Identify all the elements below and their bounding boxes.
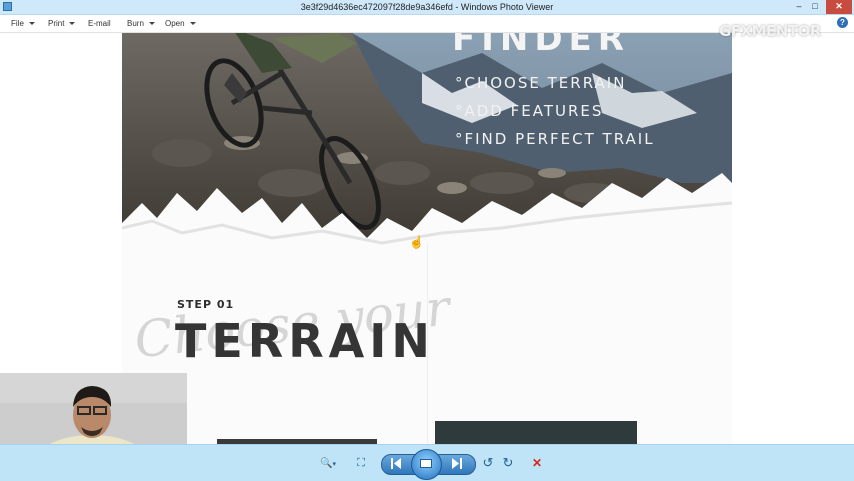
section-title: TERRAIN: [175, 314, 435, 368]
menu-open-label: Open: [165, 19, 185, 28]
menu-open[interactable]: Open: [165, 15, 196, 32]
zoom-button[interactable]: 🔍▾: [316, 454, 340, 472]
feature-item: °CHOOSE TERRAIN: [455, 69, 655, 97]
chevron-down-icon: [28, 22, 35, 26]
hand-cursor-icon: ☝: [409, 235, 424, 249]
hero-heading: FINDER: [452, 33, 630, 59]
feature-bullet: °: [455, 102, 465, 120]
previous-button[interactable]: [391, 458, 401, 469]
window-title: 3e3f29d4636ec472097f28de9a346efd - Windo…: [300, 2, 554, 12]
chevron-down-icon: [148, 22, 155, 26]
menu-burn-label: Burn: [127, 19, 144, 28]
feature-text: CHOOSE TERRAIN: [464, 74, 627, 92]
feature-item: °FIND PERFECT TRAIL: [455, 125, 655, 153]
rotate-clockwise-button[interactable]: ↻: [500, 454, 516, 472]
play-slideshow-button[interactable]: [411, 449, 442, 480]
rotate-counterclockwise-button[interactable]: ↺: [480, 454, 496, 472]
slideshow-icon: [420, 459, 432, 468]
menu-file-label: File: [11, 19, 24, 28]
chevron-down-icon: ▾: [332, 461, 336, 468]
maximize-button[interactable]: □: [808, 0, 822, 14]
minimize-button[interactable]: –: [792, 0, 806, 14]
feature-list: °CHOOSE TERRAIN °ADD FEATURES °FIND PERF…: [455, 69, 655, 153]
close-button[interactable]: ✕: [826, 0, 852, 14]
menu-email-label: E-mail: [88, 19, 111, 28]
title-bar: 3e3f29d4636ec472097f28de9a346efd - Windo…: [0, 0, 854, 15]
gfxmentor-logo: GFXMENTOR: [719, 22, 821, 40]
menu-burn[interactable]: Burn: [127, 15, 155, 32]
menu-file[interactable]: File: [11, 15, 35, 32]
feature-text: ADD FEATURES: [464, 102, 604, 120]
chevron-down-icon: [69, 22, 76, 26]
actual-size-button[interactable]: ⛶: [353, 454, 369, 472]
feature-bullet: °: [455, 74, 465, 92]
help-icon[interactable]: ?: [837, 17, 848, 28]
magnifier-icon: 🔍: [320, 458, 333, 469]
feature-bullet: °: [455, 130, 465, 148]
step-label: STEP 01: [177, 298, 235, 311]
menu-email[interactable]: E-mail: [88, 15, 111, 32]
delete-button[interactable]: ✕: [528, 454, 546, 472]
menu-print[interactable]: Print: [48, 15, 76, 32]
feature-item: °ADD FEATURES: [455, 97, 655, 125]
next-button[interactable]: [452, 458, 462, 469]
menu-print-label: Print: [48, 19, 65, 28]
chevron-down-icon: [189, 22, 196, 26]
displayed-photo: FINDER °CHOOSE TERRAIN °ADD FEATURES °FI…: [122, 33, 732, 444]
feature-text: FIND PERFECT TRAIL: [464, 130, 655, 148]
